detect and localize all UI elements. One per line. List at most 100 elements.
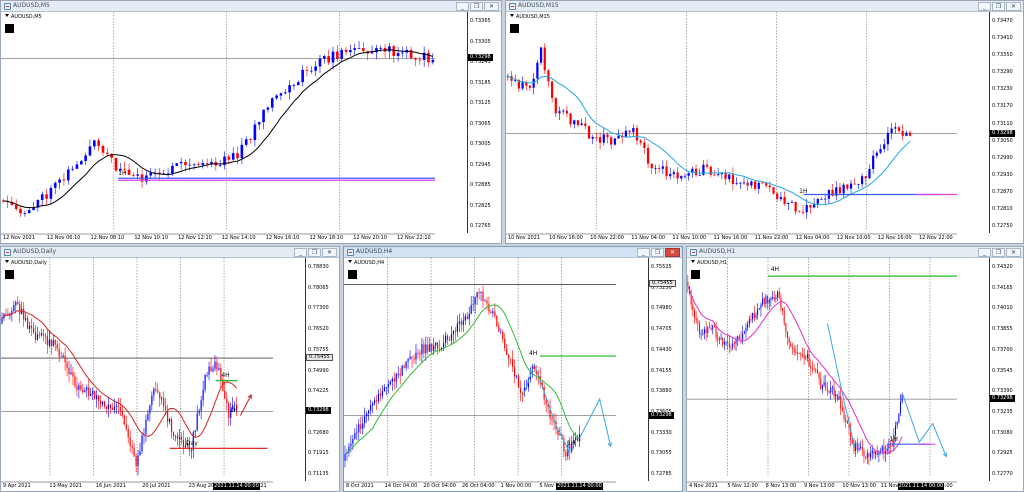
price-axis[interactable]: 0.74320 0.74165 0.74010 0.73855 0.73700 0.735… — [989, 258, 1023, 481]
price-axis[interactable]: 0.73365 0.73305 0.73245 0.73185 0.73125 0.730… — [467, 12, 501, 233]
one-click-trading-icon[interactable] — [5, 24, 14, 33]
price-tick: 0.73170 — [992, 103, 1013, 110]
price-axis[interactable]: 0.75525 0.75250 0.74980 0.74705 0.74430 0.741… — [648, 258, 682, 481]
price-tick: 0.75755 — [308, 346, 329, 353]
candle-body — [871, 450, 873, 454]
candle-body — [141, 435, 143, 452]
candle-body — [672, 172, 676, 175]
candle-body — [643, 142, 646, 148]
candle-body — [761, 182, 764, 184]
chart-annotation: 4H — [528, 349, 538, 357]
window-titlebar-h4[interactable]: AUDUSD,H4 _ ❐ ✕ — [344, 247, 682, 258]
chart-window-daily[interactable]: AUDUSD,Daily _ ❐ ✕ AUDUSD,Daily 4H 1H Day 9… — [0, 246, 340, 492]
restore-button[interactable]: ❐ — [992, 2, 1005, 11]
minimize-button[interactable]: _ — [637, 248, 650, 257]
price-axis[interactable]: 0.78830 0.78065 0.77300 0.76520 0.75755 0.749… — [305, 258, 339, 481]
minimize-button[interactable]: _ — [978, 248, 991, 257]
window-titlebar-daily[interactable]: AUDUSD,Daily _ ❐ ✕ — [1, 247, 339, 258]
candle-body — [236, 153, 239, 159]
candle-body — [431, 343, 433, 351]
time-cursor-label: 2021.11.14 00:00 — [897, 483, 945, 490]
candle-body — [176, 435, 179, 439]
candle-body — [279, 93, 283, 96]
chart-plot-area[interactable]: AUDUSD,M5 1H 12 Nov 2021 12 Nov 06:10 12 No… — [1, 12, 469, 243]
candle-body — [92, 391, 94, 394]
candle-body — [478, 292, 480, 293]
candle-body — [379, 393, 382, 396]
price-tick: 0.78830 — [308, 264, 329, 270]
restore-button[interactable]: ❐ — [992, 248, 1005, 257]
chart-plot-area[interactable]: AUDUSD,Daily 4H 1H Day 9 Apr 2021 13 May 202… — [1, 258, 307, 491]
candle-body — [698, 323, 700, 335]
price-tick: 0.73005 — [470, 141, 491, 147]
candle-body — [746, 182, 749, 186]
candle-body — [860, 176, 864, 185]
close-button[interactable]: ✕ — [484, 2, 499, 11]
candle-body — [56, 344, 58, 349]
candle-body — [165, 406, 167, 411]
one-click-trading-icon[interactable] — [348, 270, 357, 279]
candle-body — [231, 153, 235, 160]
candle-body — [86, 387, 88, 391]
candle-body — [778, 291, 780, 298]
candle-body — [135, 456, 137, 466]
candle-body — [836, 394, 838, 400]
candle-body — [90, 393, 92, 397]
time-axis-label: 10 Nov 13:00 — [842, 483, 877, 489]
candle-body — [270, 98, 274, 108]
price-tick: 0.74320 — [992, 264, 1013, 270]
chart-plot-area[interactable]: AUDUSD,H4 4H 1H 8 Oct 2021 14 Oct 04:00 20 O… — [344, 258, 650, 491]
close-button[interactable]: ✕ — [1006, 248, 1021, 257]
window-titlebar-h1[interactable]: AUDUSD,H1 _ ❐ ✕ — [687, 247, 1023, 258]
candle-body — [399, 373, 401, 376]
candle-body — [64, 355, 66, 363]
candle-body — [740, 339, 742, 341]
chart-window-m15[interactable]: AUDUSD,M15 _ ❐ ✕ AUDUSD,M15 1H 10 Nov 202… — [505, 0, 1024, 244]
candle-body — [226, 398, 228, 404]
restore-button[interactable]: ❐ — [470, 2, 483, 11]
chart-window-h1[interactable]: AUDUSD,H1 _ ❐ ✕ AUDUSD,H1 4H 1H 4 Nov 2021… — [686, 246, 1024, 492]
price-tick: 0.74155 — [651, 367, 672, 374]
window-titlebar-m5[interactable]: AUDUSD,M5 _ ❐ ✕ — [1, 1, 501, 12]
chart-canvas[interactable] — [687, 258, 991, 491]
chart-plot-area[interactable]: AUDUSD,H1 4H 1H 4 Nov 2021 5 Nov 12:00 8 Nov… — [687, 258, 991, 491]
candle-body — [632, 127, 635, 133]
chart-canvas[interactable] — [1, 12, 469, 243]
candle-body — [19, 209, 22, 214]
one-click-trading-icon[interactable] — [691, 270, 700, 279]
close-button[interactable]: ✕ — [1006, 2, 1021, 11]
candle-body — [75, 164, 79, 169]
candle-body — [15, 302, 17, 306]
chart-plot-area[interactable]: AUDUSD,M15 1H 10 Nov 2021 10 Nov 16:00 10 N… — [506, 12, 991, 243]
candle-body — [767, 296, 769, 304]
time-axis-label: 12 Nov 06:10 — [46, 235, 81, 241]
close-button[interactable]: ✕ — [665, 248, 680, 257]
chart-window-m5[interactable]: AUDUSD,M5 _ ❐ ✕ AUDUSD,M5 1H 12 Nov 2021 1… — [0, 0, 502, 244]
candle-body — [484, 300, 486, 302]
minimize-button[interactable]: _ — [294, 248, 307, 257]
candle-body — [532, 78, 535, 88]
restore-button[interactable]: ❐ — [308, 248, 321, 257]
minimize-button[interactable]: _ — [456, 2, 469, 11]
chart-window-h4[interactable]: AUDUSD,H4 _ ❐ ✕ AUDUSD,H4 4H 1H 8 Oct 2021… — [343, 246, 683, 492]
candle-body — [798, 211, 801, 213]
one-click-trading-icon[interactable] — [5, 270, 14, 279]
price-axis[interactable]: 0.73470 0.73410 0.73350 0.73290 0.73230 0.731… — [989, 12, 1023, 233]
minimize-button[interactable]: _ — [978, 2, 991, 11]
window-titlebar-m15[interactable]: AUDUSD,M15 _ ❐ ✕ — [506, 1, 1023, 12]
close-button[interactable]: ✕ — [322, 248, 337, 257]
chart-canvas[interactable] — [1, 258, 307, 491]
time-axis-label: 16 Jun 2021 — [95, 483, 126, 489]
one-click-trading-icon[interactable] — [510, 24, 519, 33]
candle-body — [707, 327, 709, 334]
candle-body — [421, 344, 423, 355]
chart-canvas[interactable] — [506, 12, 991, 243]
candle-body — [283, 92, 287, 94]
candle-body — [879, 149, 882, 153]
candle-body — [742, 333, 744, 341]
candle-body — [717, 337, 719, 340]
restore-button[interactable]: ❐ — [651, 248, 664, 257]
candle-body — [25, 318, 27, 320]
chart-canvas[interactable] — [344, 258, 650, 491]
candle-body — [785, 323, 787, 332]
